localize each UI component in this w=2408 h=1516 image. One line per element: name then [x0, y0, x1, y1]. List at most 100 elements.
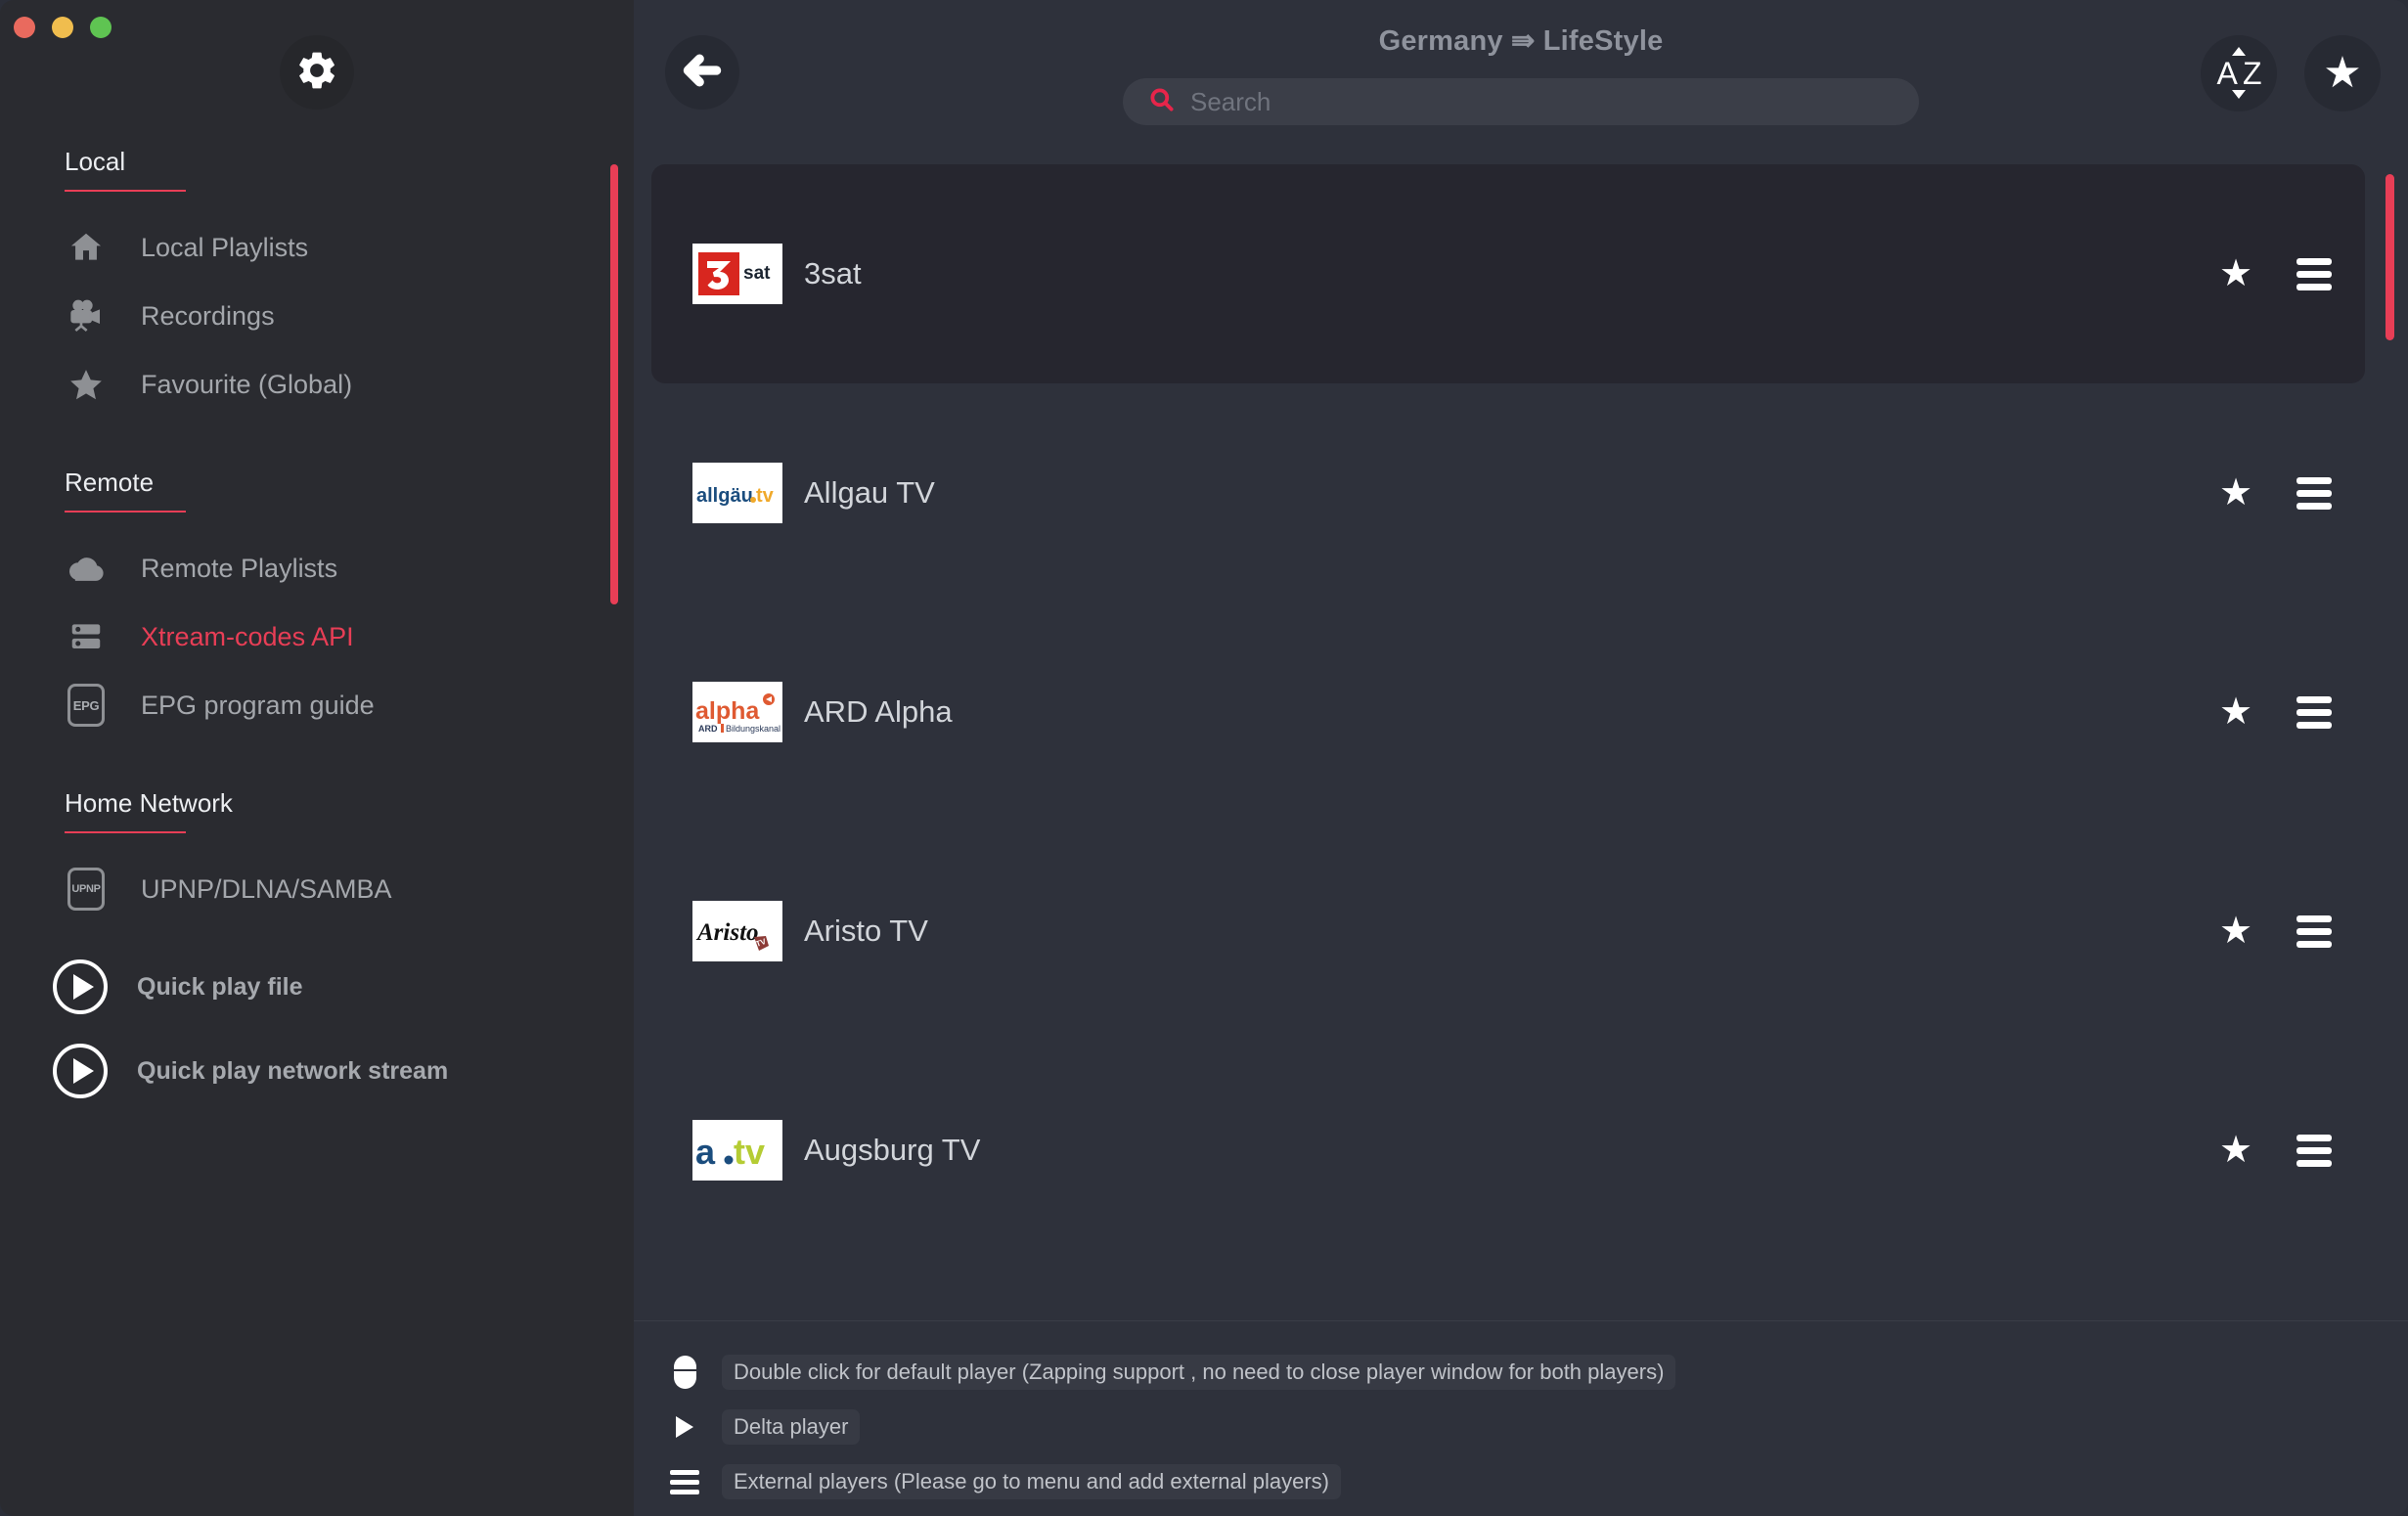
top-bar: Germany ⇛ LifeStyle A Z ★	[634, 0, 2408, 164]
svg-text:allgäu: allgäu	[696, 485, 753, 507]
star-icon: ★	[2323, 49, 2362, 97]
channel-name: Allgau TV	[804, 475, 935, 510]
sidebar-item-remote-playlists[interactable]: Remote Playlists	[0, 534, 634, 602]
row-menu-button[interactable]	[2295, 476, 2334, 510]
sidebar-item-epg-program-guide[interactable]: EPG EPG program guide	[0, 671, 634, 739]
legend-footer: Double click for default player (Zapping…	[634, 1320, 2408, 1516]
top-bar-actions: A Z ★	[2201, 35, 2381, 111]
quick-play-network-stream-button[interactable]: Quick play network stream	[0, 1029, 634, 1113]
sidebar-item-recordings[interactable]: Recordings	[0, 282, 634, 350]
ard-alpha-logo: alpha ARD Bildungskanal	[692, 682, 782, 742]
svg-text:ARD: ARD	[698, 724, 718, 734]
svg-text:alpha: alpha	[695, 697, 760, 725]
svg-text:a: a	[695, 1132, 716, 1172]
epg-badge-icon: EPG	[61, 683, 111, 728]
home-icon	[61, 225, 111, 270]
gear-icon	[294, 48, 339, 98]
search-box[interactable]	[1123, 78, 1919, 125]
favourite-toggle-button[interactable]: ★	[2216, 1132, 2255, 1169]
sidebar-nav: Local Local Playlists Recordings Favouri…	[0, 147, 634, 1113]
row-menu-button[interactable]	[2295, 1134, 2334, 1167]
sidebar-item-label: Recordings	[141, 300, 275, 331]
svg-text:Aristo: Aristo	[695, 919, 759, 946]
aristo-tv-logo: Aristo TV	[692, 901, 782, 961]
sidebar: Local Local Playlists Recordings Favouri…	[0, 0, 634, 1516]
sidebar-item-label: Remote Playlists	[141, 553, 338, 583]
sidebar-item-upnp-dlna-samba[interactable]: UPNP UPNP/DLNA/SAMBA	[0, 855, 634, 923]
close-window-button[interactable]	[14, 17, 35, 38]
svg-text:tv: tv	[734, 1132, 765, 1172]
page-title: Germany ⇛ LifeStyle	[1378, 25, 1664, 57]
server-icon	[61, 614, 111, 659]
search-icon	[1148, 86, 1175, 117]
sort-az-label: A Z	[2216, 55, 2261, 91]
svg-text:Bildungskanal: Bildungskanal	[726, 724, 780, 734]
sidebar-item-favourite-global[interactable]: Favourite (Global)	[0, 350, 634, 419]
channel-list-scrollbar[interactable]	[2386, 174, 2394, 340]
sidebar-item-label: Local Playlists	[141, 232, 309, 262]
play-circle-icon	[53, 1044, 108, 1098]
channel-list[interactable]: sat 3sat ★ allgäu tv Allgau TV ★ alpha A…	[651, 164, 2365, 1315]
row-menu-button[interactable]	[2295, 695, 2334, 729]
sidebar-item-label: Favourite (Global)	[141, 369, 353, 399]
settings-button[interactable]	[280, 35, 354, 110]
legend-item-double-click: Double click for default player (Zapping…	[663, 1345, 2408, 1400]
quick-play-network-stream-label: Quick play network stream	[137, 1056, 449, 1085]
allgau-tv-logo: allgäu tv	[692, 463, 782, 523]
sidebar-item-label: Xtream-codes API	[141, 621, 354, 651]
sidebar-section-title-home-network: Home Network	[65, 788, 233, 833]
row-actions: ★	[2216, 1132, 2365, 1169]
app-window: Local Local Playlists Recordings Favouri…	[0, 0, 2408, 1516]
hamburger-menu-icon	[663, 1469, 706, 1494]
favourite-toggle-button[interactable]: ★	[2216, 913, 2255, 950]
sidebar-item-xtream-codes-api[interactable]: Xtream-codes API	[0, 602, 634, 671]
main-content: Germany ⇛ LifeStyle A Z ★	[634, 0, 2408, 1516]
star-icon	[61, 362, 111, 407]
favourite-toggle-button[interactable]: ★	[2216, 474, 2255, 512]
favourite-toggle-button[interactable]: ★	[2216, 255, 2255, 292]
channel-name: 3sat	[804, 256, 862, 290]
upnp-badge-label: UPNP	[67, 868, 105, 911]
table-row[interactable]: sat 3sat ★	[651, 164, 2365, 383]
quick-play-file-label: Quick play file	[137, 972, 303, 1001]
search-input[interactable]	[1190, 86, 1869, 117]
video-camera-icon	[61, 293, 111, 338]
row-menu-button[interactable]	[2295, 257, 2334, 290]
epg-badge-label: EPG	[67, 684, 105, 727]
row-actions: ★	[2216, 255, 2365, 292]
sidebar-item-label: EPG program guide	[141, 690, 375, 720]
row-menu-button[interactable]	[2295, 914, 2334, 948]
channel-name: Aristo TV	[804, 914, 928, 948]
svg-text:sat: sat	[743, 263, 771, 284]
row-actions: ★	[2216, 913, 2365, 950]
upnp-badge-icon: UPNP	[61, 867, 111, 912]
table-row[interactable]: Aristo TV Aristo TV ★	[651, 822, 2365, 1041]
legend-text: External players (Please go to menu and …	[722, 1464, 1342, 1499]
sort-az-button[interactable]: A Z	[2201, 35, 2277, 111]
play-circle-icon	[53, 959, 108, 1014]
legend-item-delta-player: Delta player	[663, 1400, 2408, 1454]
svg-text:tv: tv	[756, 485, 775, 507]
channel-name: ARD Alpha	[804, 694, 953, 729]
minimize-window-button[interactable]	[52, 17, 73, 38]
window-traffic-lights	[14, 17, 111, 38]
favourites-filter-button[interactable]: ★	[2304, 35, 2381, 111]
3sat-logo: sat	[692, 244, 782, 304]
augsburg-tv-logo: a tv	[692, 1120, 782, 1181]
table-row[interactable]: allgäu tv Allgau TV ★	[651, 383, 2365, 602]
sort-alpha-icon: A Z	[2216, 46, 2262, 99]
row-actions: ★	[2216, 693, 2365, 731]
quick-play-file-button[interactable]: Quick play file	[0, 945, 634, 1029]
legend-text: Double click for default player (Zapping…	[722, 1355, 1676, 1390]
sidebar-section-title-local: Local	[65, 147, 186, 192]
favourite-toggle-button[interactable]: ★	[2216, 693, 2255, 731]
sidebar-item-local-playlists[interactable]: Local Playlists	[0, 213, 634, 282]
row-actions: ★	[2216, 474, 2365, 512]
play-triangle-icon	[663, 1416, 706, 1438]
legend-item-external-players: External players (Please go to menu and …	[663, 1454, 2408, 1509]
table-row[interactable]: a tv Augsburg TV ★	[651, 1041, 2365, 1260]
maximize-window-button[interactable]	[90, 17, 111, 38]
mouse-icon	[663, 1356, 706, 1389]
sidebar-section-title-remote: Remote	[65, 468, 186, 513]
table-row[interactable]: alpha ARD Bildungskanal ARD Alpha ★	[651, 602, 2365, 822]
